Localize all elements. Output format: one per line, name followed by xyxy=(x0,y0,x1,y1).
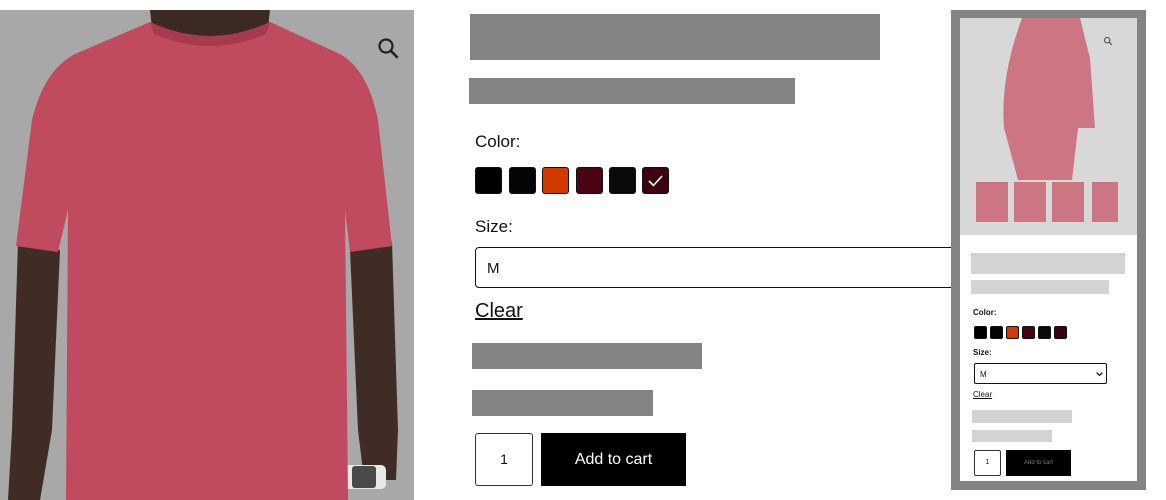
preview-swatch xyxy=(1022,326,1035,339)
color-swatch[interactable] xyxy=(475,167,502,194)
size-select[interactable]: M xyxy=(475,247,965,288)
product-title-redacted xyxy=(470,14,880,60)
color-swatch[interactable] xyxy=(576,167,603,194)
preview-swatch xyxy=(990,326,1003,339)
preview-add-to-cart: Add to cart xyxy=(1006,450,1071,476)
checkmark-icon xyxy=(648,175,663,187)
preview-quantity: 1 xyxy=(974,450,1001,476)
preview-stock-redacted xyxy=(972,430,1052,442)
variation-price-redacted xyxy=(472,343,702,369)
color-swatch-selected[interactable] xyxy=(642,167,669,194)
thumbnail[interactable] xyxy=(976,182,1008,222)
thumbnail[interactable] xyxy=(1092,182,1118,222)
preview-panel: Color: Size: M Clear 1 Add to cart xyxy=(960,18,1137,481)
zoom-icon[interactable] xyxy=(376,36,400,60)
preview-swatch xyxy=(974,326,987,339)
color-label: Color: xyxy=(475,132,521,151)
preview-size-select: M xyxy=(974,363,1107,384)
size-label: Size: xyxy=(475,217,513,236)
chevron-down-icon xyxy=(1096,372,1103,377)
preview-main-image xyxy=(960,18,1137,180)
color-swatch[interactable] xyxy=(609,167,636,194)
preview-zoom-icon xyxy=(1103,36,1113,46)
thumbnail[interactable] xyxy=(1052,182,1084,222)
product-main-image[interactable] xyxy=(0,10,414,500)
add-to-cart-button[interactable]: Add to cart xyxy=(541,433,686,486)
preview-swatch xyxy=(1006,326,1019,339)
quantity-input[interactable]: 1 xyxy=(475,433,533,486)
color-swatch[interactable] xyxy=(542,167,569,194)
preview-size-label: Size: xyxy=(973,348,992,357)
color-swatch[interactable] xyxy=(509,167,536,194)
stock-info-redacted xyxy=(472,390,653,416)
tshirt-photo xyxy=(0,10,414,500)
preview-swatch-selected xyxy=(1054,326,1067,339)
product-price-redacted xyxy=(469,78,795,104)
clear-link[interactable]: Clear xyxy=(475,300,523,323)
preview-price-redacted xyxy=(971,280,1109,294)
preview-color-label: Color: xyxy=(973,308,997,317)
thumbnail[interactable] xyxy=(1014,182,1046,222)
size-select-value: M xyxy=(487,260,500,277)
preview-clear-link: Clear xyxy=(973,390,993,399)
preview-swatch xyxy=(1038,326,1051,339)
preview-size-value: M xyxy=(980,370,987,379)
preview-title-redacted xyxy=(971,253,1125,274)
preview-thumbnails xyxy=(960,180,1137,235)
preview-variation-redacted xyxy=(972,410,1072,423)
